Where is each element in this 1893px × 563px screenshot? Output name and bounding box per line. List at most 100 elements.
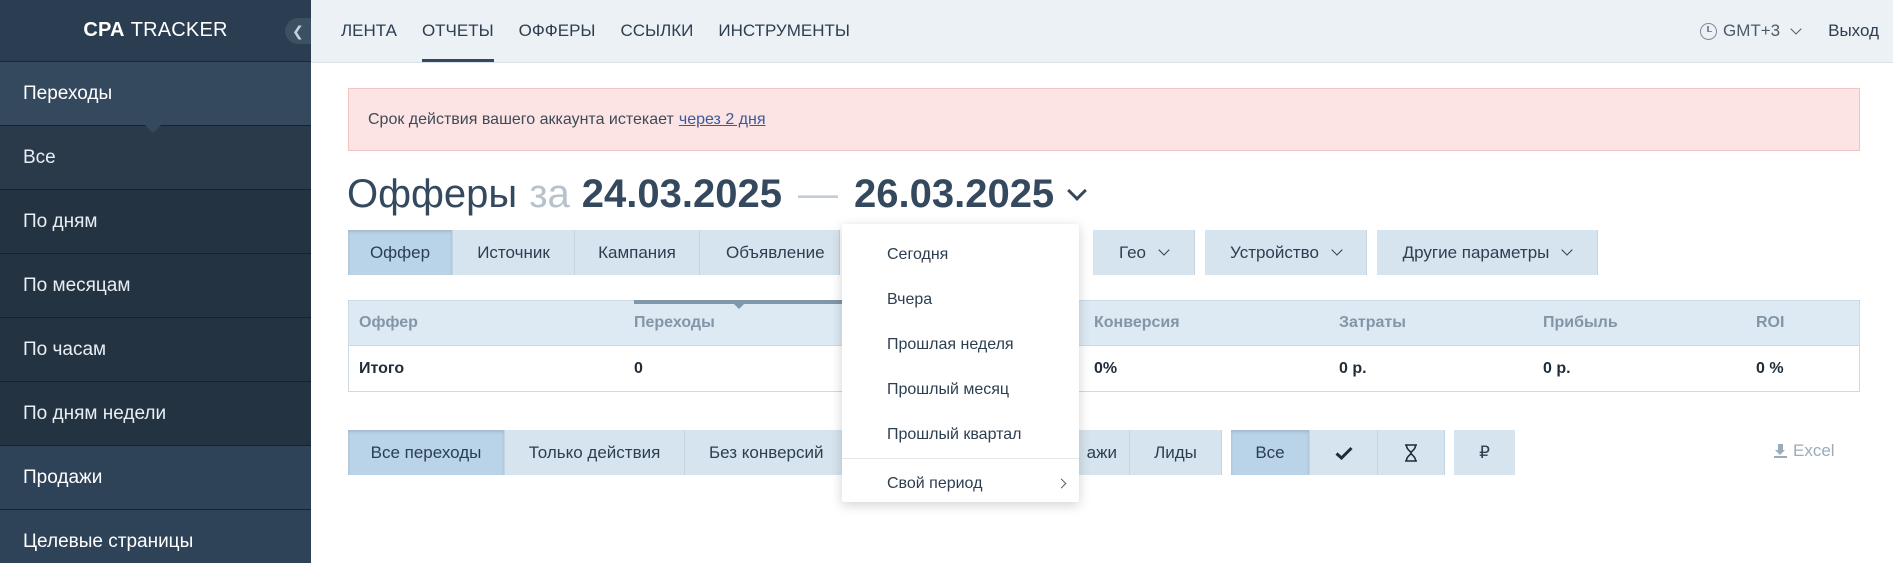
- tab-campaign[interactable]: Кампания: [575, 230, 700, 275]
- sidebar-item-transitions[interactable]: Переходы: [0, 62, 311, 133]
- nav-links[interactable]: ССЫЛКИ: [620, 0, 693, 62]
- col-roi[interactable]: ROI: [1756, 314, 1859, 332]
- sort-indicator: [634, 300, 844, 309]
- sidebar-item-by-hours[interactable]: По часам: [0, 318, 311, 382]
- chevron-down-icon: [1561, 244, 1574, 256]
- sidebar-item-label: По месяцам: [23, 274, 131, 296]
- sidebar-item-sales[interactable]: Продажи: [0, 446, 311, 510]
- group-tabs: Оффер Источник Кампания Объявление: [348, 230, 840, 275]
- type-filter: ажи Лиды: [1078, 430, 1222, 475]
- top-nav: ЛЕНТА ОТЧЕТЫ ОФФЕРЫ ССЫЛКИ ИНСТРУМЕНТЫ: [311, 0, 875, 62]
- range-last-month[interactable]: Прошлый месяц: [842, 367, 1079, 412]
- transition-filter: Все переходы Только действия Без конверс…: [348, 430, 845, 475]
- nav-reports[interactable]: ОТЧЕТЫ: [421, 0, 494, 62]
- cell-conversion: 0%: [1094, 359, 1118, 377]
- currency-rub-button[interactable]: ₽: [1454, 430, 1515, 475]
- check-icon: [1334, 446, 1353, 460]
- sidebar-item-all[interactable]: Все: [0, 126, 311, 190]
- sidebar-item-label: По дням недели: [23, 402, 167, 424]
- logout-link[interactable]: Выход: [1828, 21, 1879, 41]
- chevron-down-icon: [1790, 22, 1802, 35]
- tab-device[interactable]: Устройство: [1205, 230, 1367, 275]
- chevron-left-icon: ❮: [292, 22, 304, 39]
- title-main: Офферы: [347, 172, 518, 216]
- date-to[interactable]: 26.03.2025: [854, 172, 1054, 217]
- chevron-right-icon: [1056, 478, 1067, 489]
- collapse-sidebar-button[interactable]: ❮: [285, 18, 311, 44]
- group-tabs-device: Устройство: [1205, 230, 1367, 275]
- cell-roi: 0 %: [1756, 359, 1784, 377]
- filter-no-conversions[interactable]: Без конверсий: [685, 430, 845, 475]
- sidebar-item-label: По часам: [23, 338, 107, 360]
- chevron-down-icon: [1158, 244, 1170, 256]
- tab-other-label: Другие параметры: [1402, 242, 1550, 262]
- col-offer[interactable]: Оффер: [349, 314, 634, 332]
- excel-label: Excel: [1793, 441, 1835, 460]
- nav-offers[interactable]: ОФФЕРЫ: [519, 0, 596, 62]
- col-conversion[interactable]: Конверсия: [1094, 314, 1339, 332]
- range-today[interactable]: Сегодня: [842, 232, 1079, 277]
- sidebar-item-label: Целевые страницы: [23, 530, 194, 552]
- expiry-alert: Срок действия вашего аккаунта истекает ч…: [348, 88, 1860, 151]
- nav-tools[interactable]: ИНСТРУМЕНТЫ: [718, 0, 850, 62]
- clock-icon: [1699, 22, 1717, 40]
- top-bar: ЛЕНТА ОТЧЕТЫ ОФФЕРЫ ССЫЛКИ ИНСТРУМЕНТЫ G…: [311, 0, 1893, 63]
- sidebar-item-by-months[interactable]: По месяцам: [0, 254, 311, 318]
- sidebar-item-label: Все: [23, 146, 56, 168]
- tab-source[interactable]: Источник: [453, 230, 575, 275]
- status-approved[interactable]: [1310, 430, 1378, 475]
- tab-other-params[interactable]: Другие параметры: [1377, 230, 1598, 275]
- download-icon: [1774, 444, 1787, 458]
- currency-filter: ₽: [1454, 430, 1515, 475]
- report-table: Оффер Переходы Конверсия Затраты Прибыль…: [348, 300, 1860, 392]
- tab-geo[interactable]: Гео: [1093, 230, 1195, 275]
- timezone-label: GMT+3: [1722, 21, 1781, 40]
- title-za: за: [529, 172, 570, 216]
- table-header: Оффер Переходы Конверсия Затраты Прибыль…: [349, 300, 1859, 346]
- logo-light: TRACKER: [130, 19, 228, 41]
- nav-feed[interactable]: ЛЕНТА: [341, 0, 397, 62]
- col-costs[interactable]: Затраты: [1339, 314, 1543, 332]
- col-profit[interactable]: Прибыль: [1543, 314, 1756, 332]
- tab-geo-label: Гео: [1119, 242, 1146, 262]
- status-all[interactable]: Все: [1231, 430, 1310, 475]
- range-yesterday[interactable]: Вчера: [842, 277, 1079, 322]
- chevron-down-icon[interactable]: [1067, 180, 1088, 201]
- cell-total-label: Итого: [359, 359, 405, 377]
- group-tabs-other: Другие параметры: [1377, 230, 1598, 275]
- date-from[interactable]: 24.03.2025: [582, 172, 782, 217]
- filter-actions-only[interactable]: Только действия: [505, 430, 685, 475]
- status-filter: Все: [1231, 430, 1445, 475]
- range-custom[interactable]: Свой период: [842, 461, 1079, 506]
- group-tabs-right: Гео: [1093, 230, 1195, 275]
- alert-text: Срок действия вашего аккаунта истекает: [368, 110, 674, 128]
- ruble-icon: ₽: [1479, 442, 1490, 462]
- filter-leads[interactable]: Лиды: [1130, 430, 1222, 475]
- sidebar: CPA TRACKER ❮ Переходы Все По дням По ме…: [0, 0, 311, 563]
- top-right: GMT+3 Выход: [1699, 21, 1893, 41]
- logo[interactable]: CPA TRACKER ❮: [0, 0, 311, 62]
- sidebar-item-landing-pages[interactable]: Целевые страницы: [0, 510, 311, 563]
- chevron-down-icon: [1331, 244, 1343, 256]
- filter-all-transitions[interactable]: Все переходы: [348, 430, 505, 475]
- page-title: Офферы за 24.03.2025 — 26.03.2025: [347, 172, 1088, 217]
- dropdown-divider: [842, 458, 1079, 459]
- timezone-selector[interactable]: GMT+3: [1699, 21, 1802, 41]
- status-pending[interactable]: [1378, 430, 1445, 475]
- range-last-quarter[interactable]: Прошлый квартал: [842, 412, 1079, 457]
- sidebar-item-label: Переходы: [23, 82, 113, 104]
- tab-device-label: Устройство: [1230, 242, 1319, 262]
- sidebar-item-by-days[interactable]: По дням: [0, 190, 311, 254]
- title-dash: —: [797, 172, 838, 216]
- table-row: Итого 0 0% 0 р. 0 р. 0 %: [349, 346, 1859, 391]
- tab-offer[interactable]: Оффер: [348, 230, 453, 275]
- range-last-week[interactable]: Прошлая неделя: [842, 322, 1079, 367]
- cell-costs: 0 р.: [1339, 359, 1367, 377]
- tab-ad[interactable]: Объявление: [700, 230, 840, 275]
- hourglass-icon: [1405, 443, 1417, 462]
- filter-sales[interactable]: ажи: [1078, 430, 1130, 475]
- alert-link[interactable]: через 2 дня: [679, 111, 766, 129]
- sidebar-item-by-weekdays[interactable]: По дням недели: [0, 382, 311, 446]
- excel-export-button[interactable]: Excel: [1774, 441, 1835, 461]
- cell-profit: 0 р.: [1543, 359, 1571, 377]
